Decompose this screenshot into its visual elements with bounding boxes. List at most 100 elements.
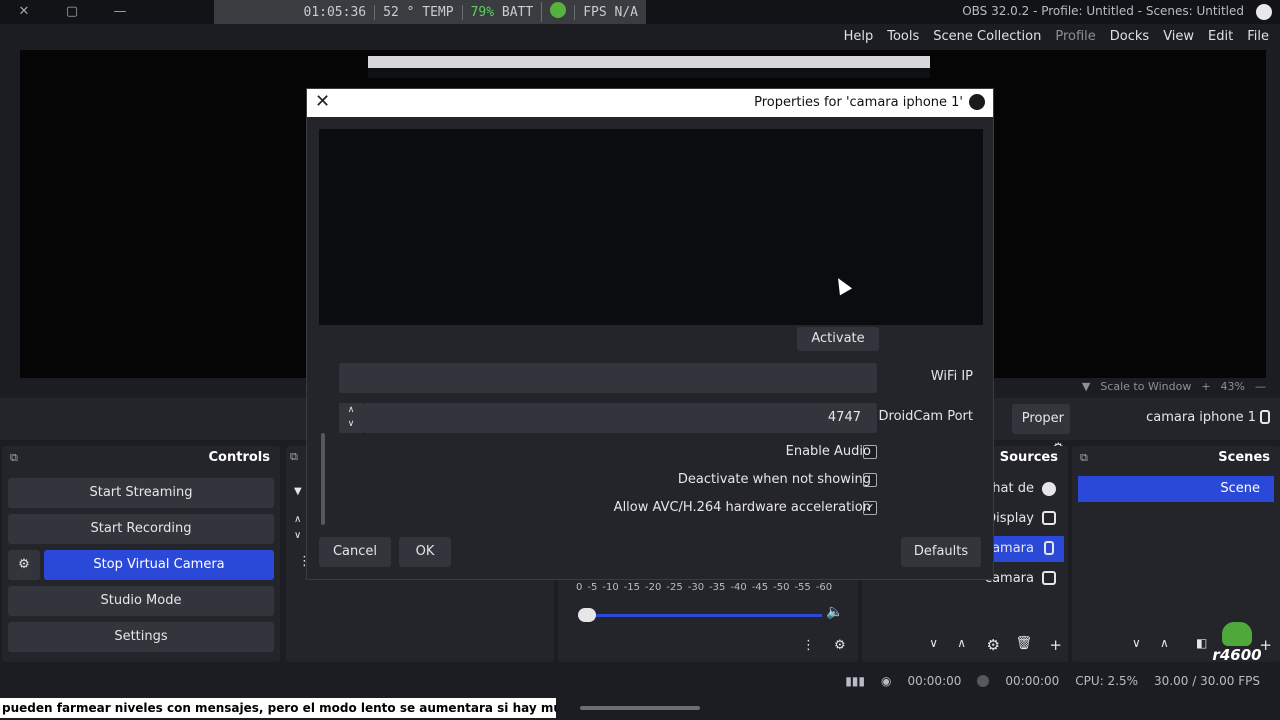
move-up-button[interactable]: ∧ <box>957 636 966 650</box>
mixer-settings-icon[interactable]: ⚙ <box>834 638 846 653</box>
streaming-time: 00:00:00 <box>907 674 962 688</box>
wifi-ip-label: WiFi IP <box>930 369 973 384</box>
properties-button[interactable]: Proper ⚙ <box>1012 404 1070 456</box>
trash-icon[interactable]: 🗑 <box>1015 636 1032 651</box>
menu-scene-collection[interactable]: Scene Collection <box>926 29 1048 44</box>
preview-nested-menu <box>368 68 930 78</box>
filter-icon[interactable]: ◧ <box>1196 636 1207 650</box>
port-label: DroidCam Port <box>878 409 974 424</box>
start-streaming-button[interactable]: Start Streaming <box>8 478 274 508</box>
move-down-button[interactable]: ∨ <box>929 636 938 650</box>
undock-icon[interactable]: ⧉ <box>290 450 298 464</box>
menu-edit[interactable]: Edit <box>1201 29 1240 44</box>
virtual-camera-settings-button[interactable]: ⚙ <box>8 550 40 580</box>
chevron-down-icon[interactable]: ∨ <box>294 530 301 541</box>
defaults-button[interactable]: Defaults <box>901 537 981 567</box>
chevron-down-icon[interactable]: ▼ <box>1082 380 1090 393</box>
fps-readout: 30.00 / 30.00 FPS <box>1154 674 1260 688</box>
port-stepper[interactable]: ∧ ∨ <box>339 403 363 433</box>
volume-slider[interactable] <box>578 614 822 617</box>
device-icon <box>1260 410 1270 424</box>
status-bar: 30.00 / 30.00 FPS CPU: 2.5% 00:00:00 00:… <box>0 666 1280 696</box>
overlay-batt: 79% BATT <box>461 4 542 20</box>
close-icon[interactable]: ✕ <box>315 91 330 112</box>
chat-ticker: pueden farmear niveles con mensajes, per… <box>0 698 556 718</box>
menu-help[interactable]: Help <box>837 29 881 44</box>
enable-audio-label: Enable Audio <box>785 444 871 459</box>
move-up-button[interactable]: ∧ <box>1160 636 1169 650</box>
cpu-readout: CPU: 2.5% <box>1075 674 1139 688</box>
drag-handle[interactable] <box>580 706 700 710</box>
frog-icon <box>1222 622 1252 646</box>
zoom-out-button[interactable]: — <box>1255 380 1266 393</box>
scale-mode[interactable]: Scale to Window <box>1100 380 1191 393</box>
source-preview <box>319 129 983 325</box>
bandwidth-icon: ▮▮▮ <box>845 674 865 688</box>
dialog-scrollbar[interactable] <box>321 433 325 525</box>
menu-tools[interactable]: Tools <box>880 29 926 44</box>
volume-handle[interactable] <box>578 608 596 622</box>
minimize-window-button[interactable]: — <box>108 2 132 22</box>
maximize-window-button[interactable]: ▢ <box>60 2 84 22</box>
mouse-cursor-icon <box>831 274 853 296</box>
hw-accel-label: Allow AVC/H.264 hardware acceleration <box>613 500 871 515</box>
display-icon <box>1042 511 1056 525</box>
overlay-fps: FPS N/A <box>574 4 646 20</box>
obs-logo-icon <box>1256 4 1272 20</box>
preview-nested-capture <box>368 56 930 68</box>
recording-time: 00:00:00 <box>1005 674 1060 688</box>
chevron-up-icon[interactable]: ∧ <box>294 514 301 525</box>
chevron-down-icon[interactable]: ▼ <box>294 486 302 497</box>
obs-logo-icon <box>969 94 985 110</box>
activate-button[interactable]: Activate <box>797 327 879 351</box>
zoom-level: 43% <box>1220 379 1245 393</box>
add-source-button[interactable]: + <box>1049 636 1062 654</box>
gear-icon[interactable]: ⚙ <box>987 636 1000 654</box>
dialog-title: Properties for 'camara iphone 1' <box>754 95 963 110</box>
wifi-ip-input[interactable] <box>339 363 877 393</box>
overlay-pepe <box>541 2 574 22</box>
deactivate-label: Deactivate when not showing <box>677 472 871 487</box>
cancel-button[interactable]: Cancel <box>319 537 391 567</box>
zoom-in-button[interactable]: + <box>1201 380 1210 393</box>
streamer-badge: r4600 <box>1212 622 1262 664</box>
undock-icon: ⧉ <box>10 451 18 464</box>
selected-source-name: camara iphone 1 <box>1146 410 1256 425</box>
menu-view[interactable]: View <box>1156 29 1201 44</box>
close-window-button[interactable]: ✕ <box>12 2 36 22</box>
overlay-temp: 52 ° TEMP <box>374 4 461 20</box>
move-down-button[interactable]: ∨ <box>1132 636 1141 650</box>
window-icon <box>1042 571 1056 585</box>
undock-icon: ⧉ <box>1080 451 1088 464</box>
speaker-icon[interactable]: 🔈 <box>826 604 843 620</box>
gear-icon: ⚙ <box>18 557 30 572</box>
stop-virtual-camera-button[interactable]: Stop Virtual Camera <box>44 550 274 580</box>
frog-icon <box>550 2 567 18</box>
controls-dock: Controls ⧉ Start Streaming Start Recordi… <box>2 446 280 662</box>
device-icon <box>1044 541 1054 555</box>
menu-file[interactable]: File <box>1240 29 1276 44</box>
scenes-header: Scenes ⧉ <box>1072 446 1280 470</box>
sources-toolbar: + 🗑 ⚙ ∧ ∨ <box>862 636 1068 656</box>
stream-indicator-icon: ◉ <box>881 674 892 688</box>
settings-button[interactable]: Settings <box>8 622 274 652</box>
menu-bar: File Edit View Docks Profile Scene Colle… <box>0 24 1280 48</box>
menu-docks[interactable]: Docks <box>1103 29 1156 44</box>
controls-header: Controls ⧉ <box>2 446 280 470</box>
studio-mode-button[interactable]: Studio Mode <box>8 586 274 616</box>
more-icon[interactable]: ⋮ <box>802 638 815 653</box>
scene-item[interactable]: Scene <box>1078 476 1274 502</box>
browser-icon <box>1042 482 1056 496</box>
record-indicator-icon <box>977 675 990 687</box>
overlay-time: 01:05:36 <box>303 4 367 20</box>
dialog-titlebar: ✕ Properties for 'camara iphone 1' <box>307 89 993 117</box>
menu-profile[interactable]: Profile <box>1048 29 1102 44</box>
ok-button[interactable]: OK <box>399 537 451 567</box>
mixer-scale: -60 -55 -50 -45 -40 -35 -30 -25 -20 -15 -10 -5 0 <box>576 582 833 593</box>
port-input[interactable]: 4747 <box>363 403 877 433</box>
stats-overlay: 01:05:36 52 ° TEMP 79% BATT FPS N/A <box>214 0 646 24</box>
window-title: OBS 32.0.2 - Profile: Untitled - Scenes:… <box>962 4 1244 18</box>
properties-dialog: ✕ Properties for 'camara iphone 1' Activ… <box>306 88 994 580</box>
badge-text: r4600 <box>1212 646 1262 664</box>
start-recording-button[interactable]: Start Recording <box>8 514 274 544</box>
